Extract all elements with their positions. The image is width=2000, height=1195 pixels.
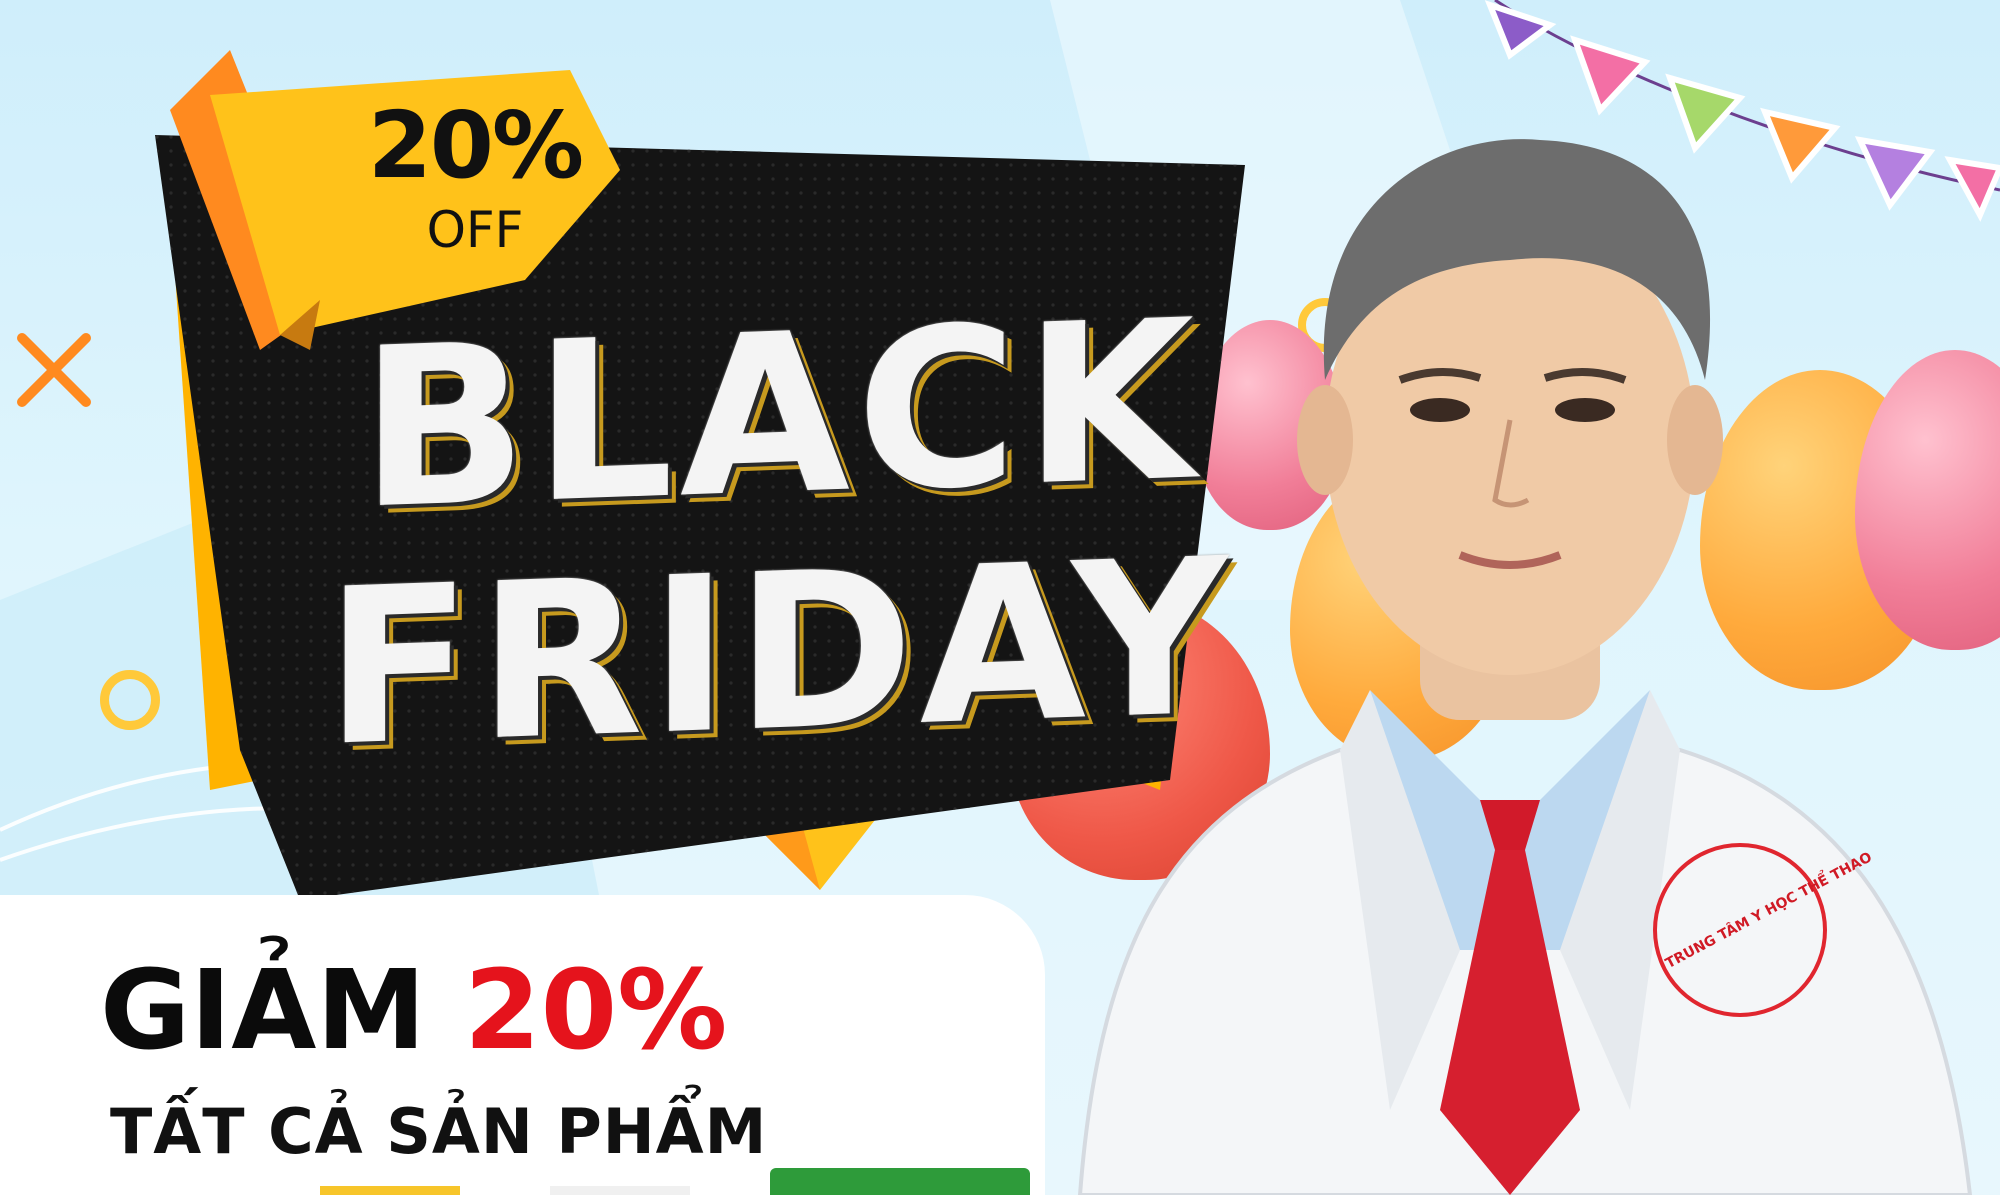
promo-banner: 20% OFF BLACK FRIDAY TRUNG TÂM Y HỌC THỂ… [0,0,2000,1195]
product-strip [550,1186,690,1195]
product-strip [770,1168,1030,1195]
doctor-photo [1077,139,1973,1195]
tag-off-label: OFF [426,201,524,259]
discount-headline: GIẢM 20% [100,955,727,1065]
all-products-text: TẤT CẢ SẢN PHẨM [110,1095,768,1168]
product-strip [320,1186,460,1195]
cross-icon [17,333,91,407]
discount-percent: 20% [464,946,728,1074]
tag-percent: 20% [367,92,584,199]
discount-word: GIẢM [100,946,426,1074]
